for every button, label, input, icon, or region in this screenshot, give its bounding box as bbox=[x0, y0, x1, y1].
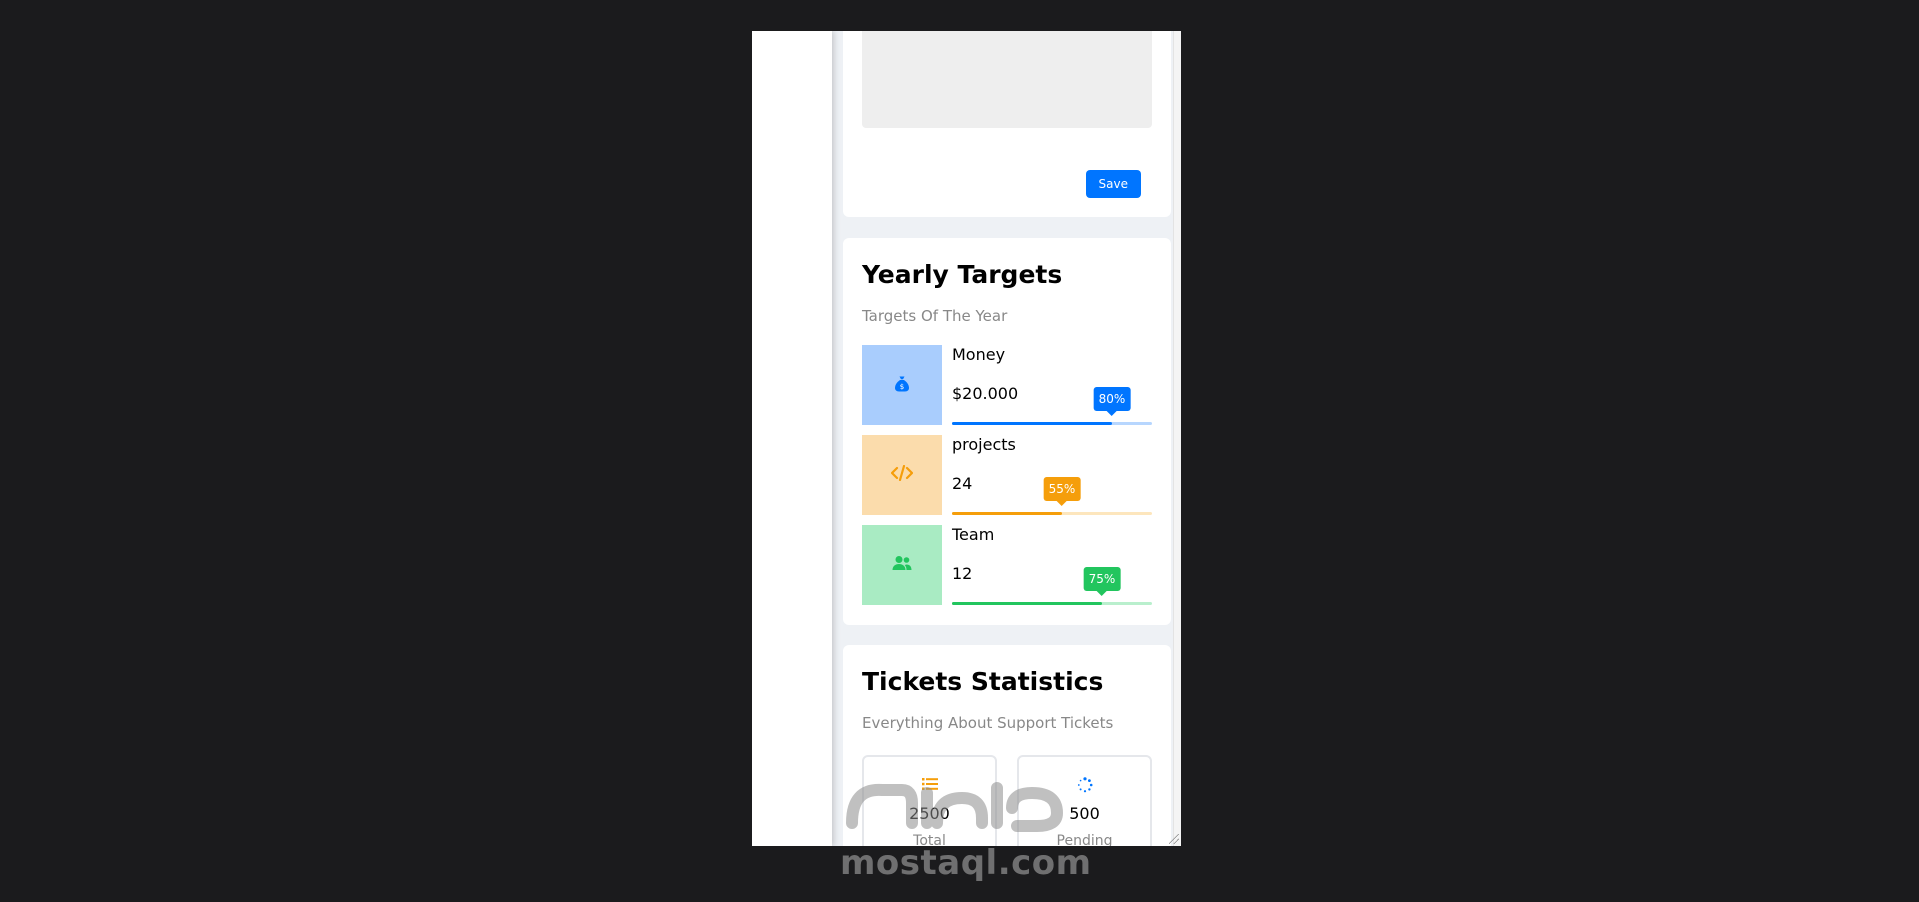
yearly-targets-card: Yearly Targets Targets Of The Year $ Mon… bbox=[843, 238, 1171, 625]
team-tile bbox=[862, 525, 942, 605]
save-button[interactable]: Save bbox=[1085, 170, 1141, 198]
target-row-projects: projects 24 55% bbox=[862, 435, 1152, 515]
target-value: 12 bbox=[952, 564, 973, 583]
settings-card: Save bbox=[843, 31, 1171, 217]
watermark-logo bbox=[846, 782, 1064, 832]
message-textarea[interactable] bbox=[862, 31, 1152, 128]
projects-tile bbox=[862, 435, 942, 515]
target-label: projects bbox=[952, 435, 1016, 454]
scrollbar[interactable] bbox=[1173, 31, 1181, 846]
progress-fill bbox=[952, 422, 1112, 425]
watermark-text: mostaql.com bbox=[840, 843, 1092, 883]
target-value: $20.000 bbox=[952, 384, 1019, 403]
money-bag-icon: $ bbox=[894, 375, 910, 396]
progress-badge: 80% bbox=[1093, 387, 1131, 416]
target-row-team: Team 12 75% bbox=[862, 525, 1152, 605]
progress-fill bbox=[952, 602, 1102, 605]
progress-track: 55% bbox=[952, 477, 1152, 515]
progress-fill bbox=[952, 512, 1062, 515]
tickets-title: Tickets Statistics bbox=[862, 667, 1104, 696]
progress-track: 75% bbox=[952, 567, 1152, 605]
money-tile: $ bbox=[862, 345, 942, 425]
target-row-money: $ Money $20.000 80% bbox=[862, 345, 1152, 425]
code-icon bbox=[890, 464, 914, 485]
browser-viewport: Save Yearly Targets Targets Of The Year … bbox=[752, 31, 1181, 846]
target-value: 24 bbox=[952, 474, 973, 493]
resize-grip[interactable] bbox=[1169, 834, 1179, 844]
svg-text:$: $ bbox=[900, 383, 904, 391]
tickets-subtitle: Everything About Support Tickets bbox=[862, 714, 1114, 732]
target-label: Money bbox=[952, 345, 1006, 364]
sidebar bbox=[752, 31, 832, 846]
targets-title: Yearly Targets bbox=[862, 260, 1063, 289]
progress-badge: 55% bbox=[1043, 477, 1081, 506]
target-label: Team bbox=[952, 525, 995, 544]
progress-track: 80% bbox=[952, 387, 1152, 425]
users-icon bbox=[892, 555, 912, 575]
targets-subtitle: Targets Of The Year bbox=[862, 307, 1008, 325]
progress-badge: 75% bbox=[1083, 567, 1121, 596]
